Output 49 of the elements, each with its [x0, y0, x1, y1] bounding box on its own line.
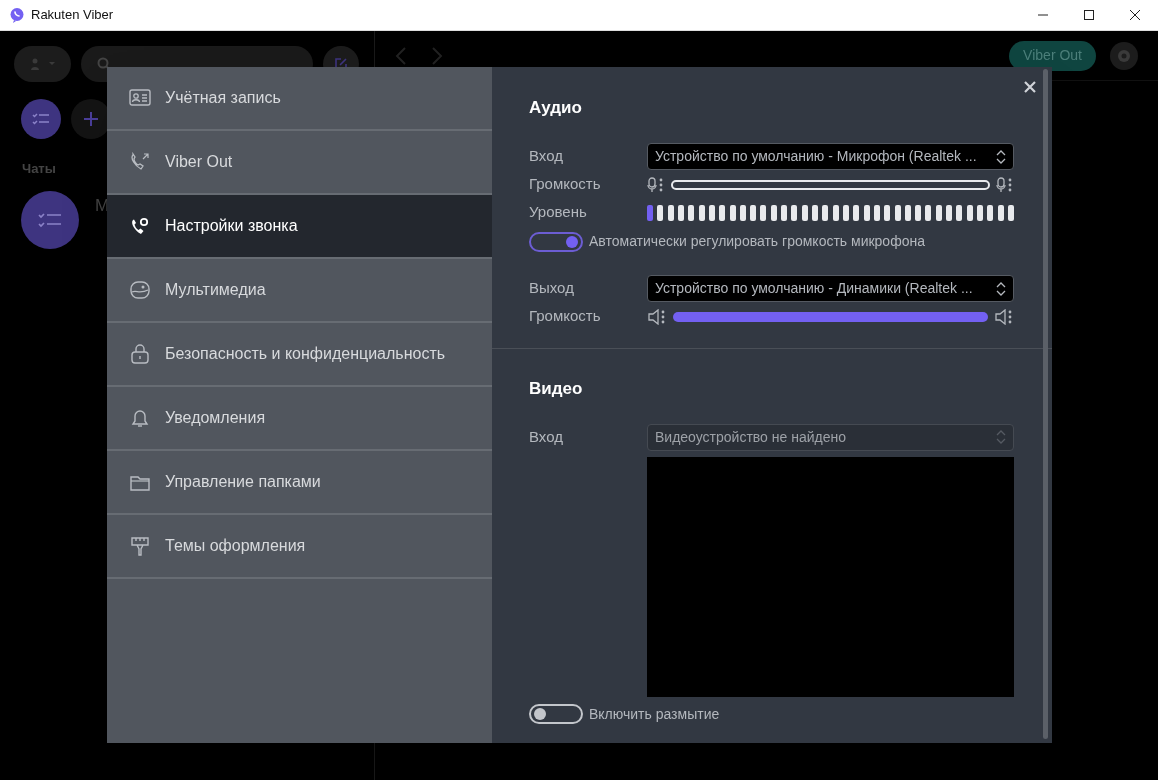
field-label: Выход: [529, 278, 575, 299]
section-heading: Аудио: [529, 97, 583, 119]
phone-icon: [129, 216, 151, 236]
device-dropdown[interactable]: Видеоустройство не найдено: [647, 423, 1014, 451]
section-heading: Чаты: [22, 160, 56, 178]
back-icon: [395, 45, 407, 66]
device-dropdown[interactable]: Устройство по умолчанию - Микрофон (Realtek ...: [647, 143, 1014, 170]
filter-button[interactable]: [21, 99, 61, 139]
window-title: Rakuten Viber: [31, 6, 114, 25]
microphone-icon: [996, 176, 1014, 193]
volume-slider[interactable]: [673, 311, 988, 322]
outgoing-call-icon: [129, 152, 151, 172]
forward-icon: [431, 45, 443, 66]
speaker-icon: [994, 308, 1014, 325]
viber-logo-icon: [9, 7, 25, 23]
checklist-icon: [38, 210, 62, 229]
brush-icon: [129, 536, 151, 556]
settings-icon: [1116, 47, 1132, 64]
bell-icon: [129, 408, 151, 428]
microphone-icon: [647, 176, 665, 193]
field-label: Вход: [529, 146, 564, 167]
lock-icon: [129, 344, 151, 364]
toggle-switch[interactable]: [529, 231, 583, 252]
field-label: Уровень: [529, 202, 588, 223]
person-icon: [29, 58, 56, 70]
close-button[interactable]: [1022, 79, 1038, 95]
speaker-icon: [647, 308, 667, 325]
field-label: Громкость: [529, 306, 602, 327]
image-icon: [129, 280, 151, 300]
search-icon: [97, 57, 111, 71]
chevron-icon: [996, 281, 1006, 296]
maximize-icon: [1083, 9, 1095, 21]
toggle-label: Автоматически регулировать громкость микрофона: [589, 232, 925, 251]
scrollbar[interactable]: [1043, 69, 1048, 739]
close-icon: [1129, 9, 1141, 21]
toggle-label: Включить размытие: [589, 704, 720, 724]
chevron-icon: [996, 149, 1006, 164]
section-heading: Видео: [529, 377, 584, 400]
plus-icon: [83, 111, 99, 127]
contact-card-icon: [129, 88, 151, 108]
device-dropdown[interactable]: Устройство по умолчанию - Динамики (Realtek ...: [647, 275, 1014, 302]
chevron-icon: [996, 430, 1006, 444]
field-label: Вход: [529, 426, 564, 447]
menu-item[interactable]: Настройки звонка: [107, 195, 492, 259]
field-label: Громкость: [529, 174, 602, 195]
checklist-icon: [32, 112, 50, 126]
toggle-switch[interactable]: [529, 704, 583, 724]
volume-slider[interactable]: [671, 179, 990, 190]
settings-button[interactable]: [1110, 41, 1138, 70]
